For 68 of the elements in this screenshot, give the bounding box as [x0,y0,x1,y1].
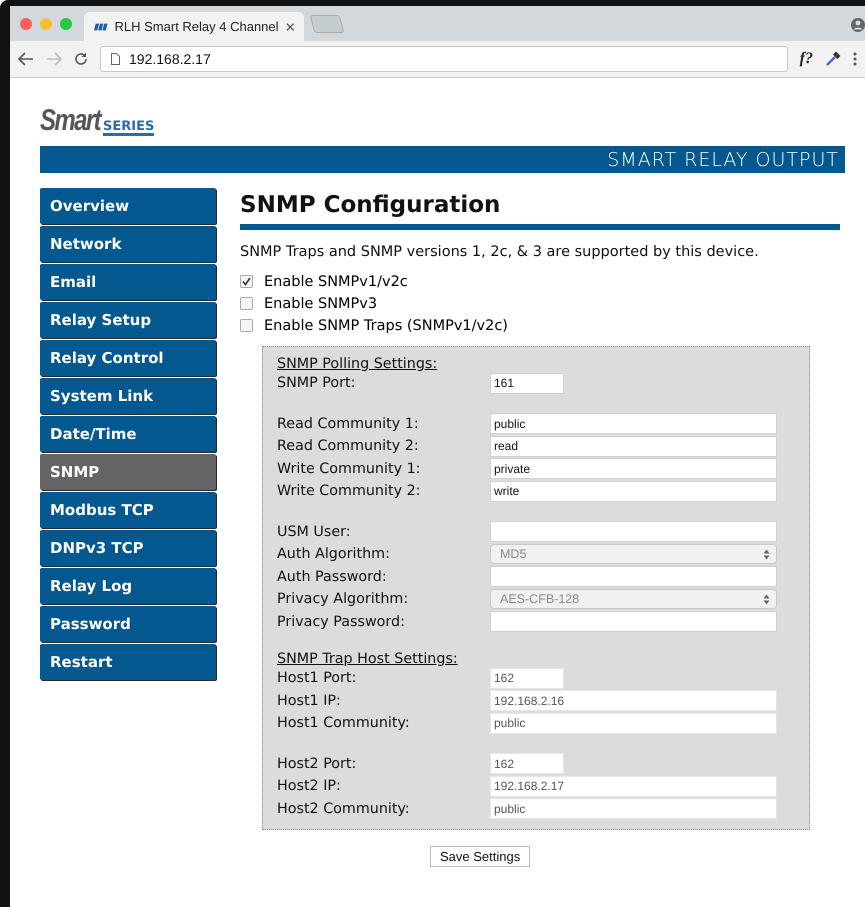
checkbox-label: Enable SNMPv1/v2c [264,274,408,290]
sidebar-item[interactable]: Relay Control [40,340,216,376]
field-label: Host2 Port: [277,756,358,772]
field-label: Host1 IP: [277,692,342,709]
page-title: SNMP Configuration [240,192,840,230]
sidebar-item[interactable]: Overview [40,188,216,224]
checkbox[interactable] [240,275,253,288]
sidebar-item[interactable]: SNMP [40,454,216,490]
input-field[interactable]: public [490,413,777,434]
close-window-button[interactable] [20,18,32,30]
field-label: Read Community 1: [277,416,420,432]
field-label: Write Community 2: [277,483,422,500]
input-field[interactable]: write [490,480,777,502]
input-field[interactable] [490,566,777,588]
minimize-window-button[interactable] [40,18,52,30]
menu-icon[interactable] [853,52,857,66]
field-label: Host2 IP: [277,778,342,794]
field-label: Auth Algorithm: [277,546,391,562]
checkbox[interactable] [240,319,253,332]
sidebar-item[interactable]: System Link [40,378,216,414]
sidebar-item[interactable]: Relay Log [40,568,216,604]
intro-text: SNMP Traps and SNMP versions 1, 2c, & 3 are supported by this device. [240,244,760,260]
field-label: Read Community 2: [277,438,420,454]
page-icon [111,53,120,65]
sidebar-item[interactable]: Email [40,264,216,300]
sidebar-item[interactable]: Date/Time [40,416,216,452]
field-label: SNMP Port: [277,375,356,392]
forward-icon[interactable] [46,52,62,66]
section-heading: SNMP Polling Settings: [277,356,438,372]
browser-tab[interactable]: RLH Smart Relay 4 Channel [84,12,304,41]
updown-icon [763,594,770,605]
field-label: Write Community 1: [277,460,422,477]
banner: SMART RELAY OUTPUT [40,146,845,173]
checkbox-label: Enable SNMPv3 [264,296,378,312]
input-field[interactable]: private [490,458,777,480]
input-field[interactable] [490,521,777,542]
checkbox-label: Enable SNMP Traps (SNMPv1/v2c) [264,318,508,334]
sidebar-item[interactable]: Network [40,226,216,262]
logo: SmartSERIES [40,103,154,136]
field-label: Privacy Algorithm: [277,591,410,608]
sidebar-item[interactable]: DNPv3 TCP [40,530,216,566]
field-label: Host2 Community: [277,800,411,817]
field-label: USM User: [277,524,352,540]
input-field[interactable]: 161 [490,372,564,394]
back-icon[interactable] [18,52,34,66]
updown-icon [763,548,770,560]
checkbox[interactable] [240,297,253,310]
sidebar-item[interactable]: Password [40,606,216,642]
close-icon[interactable] [286,22,294,32]
address-bar[interactable]: 192.168.2.17 [100,46,788,72]
sidebar-item[interactable]: Modbus TCP [40,492,216,528]
logo-icon [94,22,108,30]
sidebar-item[interactable]: Restart [40,644,216,680]
input-field[interactable]: read [490,436,777,457]
new-tab-button[interactable] [310,15,344,33]
field-label: Host1 Community: [277,715,411,732]
field-label: Host1 Port: [277,670,358,686]
input-field[interactable] [490,611,777,632]
section-heading: SNMP Trap Host Settings: [277,651,459,667]
reload-icon[interactable] [74,52,88,66]
extension-button[interactable]: f? [800,50,813,68]
save-button[interactable]: Save Settings [430,846,530,867]
field-label: Privacy Password: [277,614,406,630]
zoom-window-button[interactable] [60,18,72,30]
sidebar-item[interactable]: Relay Setup [40,302,216,338]
profile-icon[interactable] [851,18,865,32]
tab-title: RLH Smart Relay 4 Channel [114,19,279,34]
field-label: Auth Password: [277,568,388,585]
